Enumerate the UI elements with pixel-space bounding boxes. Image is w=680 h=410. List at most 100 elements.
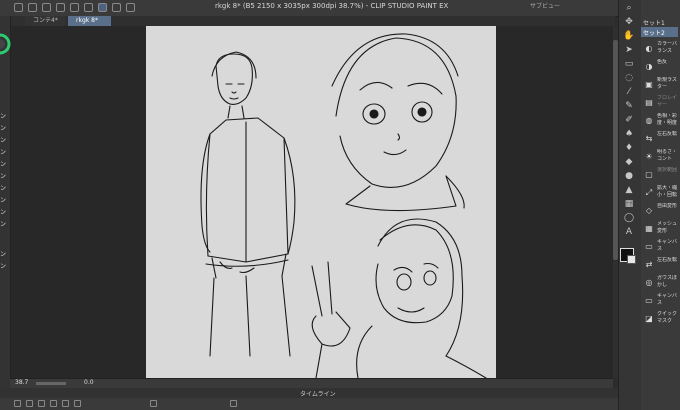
subtool-item[interactable]: ▦ メッシュ変形 bbox=[641, 220, 680, 240]
sub-color-swatch[interactable] bbox=[627, 255, 636, 264]
hand-tool-icon[interactable]: ✋ bbox=[623, 30, 635, 42]
new-raster-icon: ▣ bbox=[645, 80, 653, 89]
subtool-label: 明るさ・コント bbox=[657, 149, 678, 162]
invert-icon: ◑ bbox=[645, 62, 653, 71]
left-label[interactable]: ン bbox=[0, 184, 9, 193]
left-label[interactable]: ン bbox=[0, 220, 9, 229]
subview-label: サブビュー bbox=[530, 3, 561, 10]
subtool-item[interactable]: ▢ 選択範囲 bbox=[641, 166, 680, 186]
figure-tool-icon[interactable]: ◯ bbox=[623, 212, 635, 224]
select-icon[interactable] bbox=[56, 3, 65, 12]
left-label[interactable]: ン bbox=[0, 262, 9, 271]
subtool-item[interactable]: ⇆ 左右反転 bbox=[641, 130, 680, 150]
transform-icon: ⤢ bbox=[645, 188, 653, 197]
subtool-item[interactable]: ⤢ 拡大・縮小・回転 bbox=[641, 184, 680, 204]
subtool-label: 左右反転 bbox=[657, 131, 678, 137]
timeline-first-frame-icon[interactable] bbox=[26, 400, 33, 407]
left-label[interactable]: ン bbox=[0, 160, 9, 169]
move-tool-icon[interactable]: ✥ bbox=[623, 16, 635, 28]
zoom-slider[interactable] bbox=[36, 382, 66, 385]
subtool-item[interactable]: ☀ 明るさ・コント bbox=[641, 148, 680, 168]
figure-girl-peace bbox=[311, 218, 487, 378]
subtool-label: クイックマスク bbox=[657, 311, 678, 324]
grid-icon[interactable] bbox=[126, 3, 135, 12]
subtool-item[interactable]: ▭ キャンバス bbox=[641, 292, 680, 312]
timeline-prev-frame-icon[interactable] bbox=[38, 400, 45, 407]
left-label[interactable]: ン bbox=[0, 208, 9, 217]
subtool-item[interactable]: ◪ クイックマスク bbox=[641, 310, 680, 330]
fill-tool-icon[interactable]: ▲ bbox=[623, 184, 635, 196]
left-label[interactable]: ン bbox=[0, 172, 9, 181]
set-header: セット1 bbox=[643, 20, 665, 27]
drawing-canvas[interactable] bbox=[146, 26, 496, 378]
free-transform-icon: ◇ bbox=[645, 206, 653, 215]
window-title: rkgk 8* (B5 2150 x 3035px 300dpi 38.7%) … bbox=[215, 2, 449, 10]
left-label[interactable]: ン bbox=[0, 136, 9, 145]
ruler-icon[interactable] bbox=[112, 3, 121, 12]
blur-icon: ◎ bbox=[645, 278, 653, 287]
subtool-label: 自由変形 bbox=[657, 203, 678, 209]
deselect-icon[interactable] bbox=[70, 3, 79, 12]
zoom-tool-icon[interactable]: ⌕ bbox=[623, 2, 635, 14]
subtool-item[interactable]: ◐ カラーバランス bbox=[641, 40, 680, 60]
brightness-icon: ☀ bbox=[645, 152, 653, 161]
redo-icon[interactable] bbox=[28, 3, 37, 12]
zoom-level[interactable]: 38.7 bbox=[15, 379, 28, 386]
left-label[interactable]: ン bbox=[0, 148, 9, 157]
subtool-label: 新規ラスター bbox=[657, 77, 677, 90]
document-tabs: コンテ4* rkgk 8* bbox=[10, 16, 615, 26]
rotation-angle[interactable]: 0.0 bbox=[84, 379, 94, 386]
timeline-new-icon[interactable] bbox=[14, 400, 21, 407]
timeline-next-frame-icon[interactable] bbox=[62, 400, 69, 407]
brush-tool-icon[interactable]: ♠ bbox=[623, 128, 635, 140]
text-tool-icon[interactable]: A bbox=[623, 226, 635, 238]
eraser-tool-icon[interactable]: ◆ bbox=[623, 156, 635, 168]
subtool-item[interactable]: ▤ ブロレイヤー bbox=[641, 94, 680, 114]
save-icon[interactable] bbox=[42, 3, 51, 12]
blend-tool-icon[interactable]: ● bbox=[623, 170, 635, 182]
eyedropper-icon[interactable]: ⁄ bbox=[623, 86, 635, 98]
timeline-play-icon[interactable] bbox=[50, 400, 57, 407]
subtool-label: カラーバランス bbox=[657, 41, 677, 54]
subtool-item[interactable]: ◎ ガウスぼかし bbox=[641, 274, 680, 294]
timeline-last-frame-icon[interactable] bbox=[74, 400, 81, 407]
subtool-label: 選択範囲 bbox=[657, 167, 678, 173]
operation-tool-icon[interactable]: ➤ bbox=[623, 44, 635, 56]
left-label[interactable]: ン bbox=[0, 196, 9, 205]
subtool-label: 色相・彩度・明度 bbox=[657, 113, 678, 126]
subtool-label: 左右反転 bbox=[657, 257, 678, 263]
subtool-item[interactable]: ▭ キャンバス bbox=[641, 238, 680, 258]
undo-icon[interactable] bbox=[14, 3, 23, 12]
layer-icon: ▤ bbox=[645, 98, 653, 107]
set-selected-label: セット2 bbox=[643, 30, 665, 37]
airbrush-tool-icon[interactable]: ♦ bbox=[623, 142, 635, 154]
subtool-item[interactable]: ⇄ 左右反転 bbox=[641, 256, 680, 276]
snap-icon[interactable] bbox=[98, 3, 107, 12]
subtool-label: ブロレイヤー bbox=[657, 95, 678, 108]
set-selected[interactable]: セット2 bbox=[641, 27, 678, 37]
left-label[interactable]: ン bbox=[0, 250, 9, 259]
figure-boy-portrait bbox=[331, 33, 465, 212]
subtool-label: メッシュ変形 bbox=[657, 221, 678, 234]
tab-document-2[interactable]: rkgk 8* bbox=[68, 16, 111, 26]
subtool-item[interactable]: ◑ 色反 bbox=[641, 58, 680, 78]
left-label[interactable]: ン bbox=[0, 124, 9, 133]
timeline-cel-icon[interactable] bbox=[230, 400, 237, 407]
mesh-icon: ▦ bbox=[645, 224, 653, 233]
tool-palette: ⌕ ✥ ✋ ➤ ▭ ◌ ⁄ ✎ ✐ ♠ ♦ ◆ ● ▲ ▦ ◯ A bbox=[618, 0, 641, 410]
pencil-tool-icon[interactable]: ✐ bbox=[623, 114, 635, 126]
timeline-controls bbox=[0, 398, 618, 410]
lasso-tool-icon[interactable]: ◌ bbox=[623, 72, 635, 84]
timeline-onion-icon[interactable] bbox=[150, 400, 157, 407]
left-label[interactable]: ン bbox=[0, 112, 9, 121]
subtool-item[interactable]: ▣ 新規ラスター bbox=[641, 76, 680, 96]
subtool-item[interactable]: ◇ 自由変形 bbox=[641, 202, 680, 222]
select-tool-icon[interactable]: ▭ bbox=[623, 58, 635, 70]
tab-document-1[interactable]: コンテ4* bbox=[25, 16, 65, 26]
timeline-title: タイムライン bbox=[300, 391, 336, 398]
gradient-tool-icon[interactable]: ▦ bbox=[623, 198, 635, 210]
pen-tool-icon[interactable]: ✎ bbox=[623, 100, 635, 112]
hue-icon: ◍ bbox=[645, 116, 653, 125]
subtool-item[interactable]: ◍ 色相・彩度・明度 bbox=[641, 112, 680, 132]
transform-icon[interactable] bbox=[84, 3, 93, 12]
